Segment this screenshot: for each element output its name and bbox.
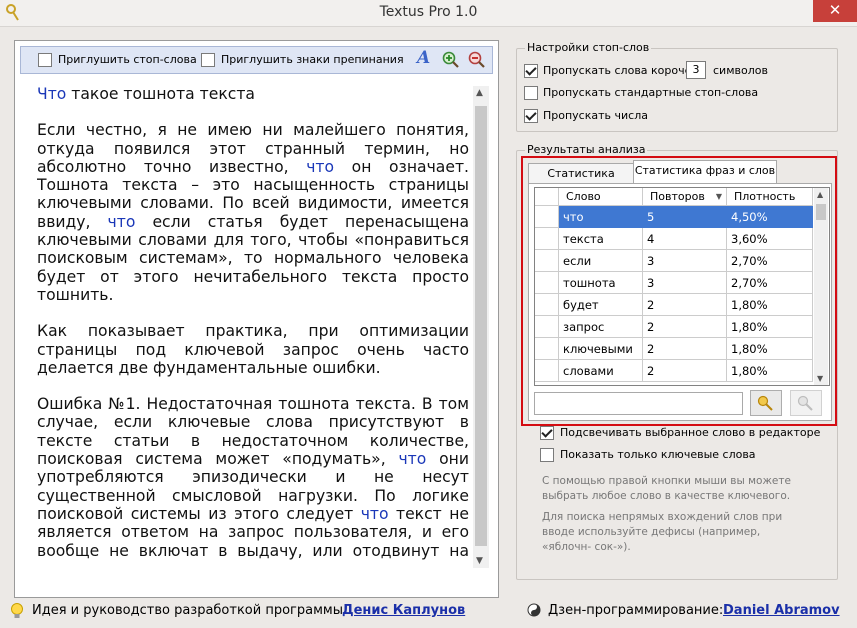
yin-yang-icon: [527, 603, 541, 617]
editor-text-segment: такое тошнота текста: [66, 85, 255, 103]
idea-label: Идея и руководство разработкой программы…: [32, 603, 348, 618]
editor-text-segment: Как показывает практика, при оптимизации…: [37, 322, 469, 377]
scroll-down-arrow-icon[interactable]: ▼: [476, 556, 483, 566]
scroll-up-arrow-icon[interactable]: ▲: [476, 88, 483, 98]
font-icon[interactable]: A: [417, 48, 430, 68]
skip-standard-label: Пропускать стандартные стоп-слова: [543, 86, 759, 99]
mute-punctuation-label: Приглушить знаки препинания: [221, 53, 404, 66]
editor-paragraph: Как показывает практика, при оптимизации…: [37, 322, 469, 377]
editor-toolbar: Приглушить стоп-слова Приглушить знаки п…: [20, 46, 493, 74]
editor-paragraph: Что такое тошнота текста: [37, 85, 469, 103]
skip-standard-checkbox[interactable]: [524, 86, 538, 100]
editor-scrollbar[interactable]: ▲ ▼: [473, 86, 489, 568]
keyword-highlight: Что: [37, 85, 67, 103]
footer: Идея и руководство разработкой программы…: [0, 598, 857, 628]
zen-label: Дзен-программирование:: [548, 603, 724, 618]
keyword-highlight: что: [107, 212, 136, 231]
editor-text-area[interactable]: Что такое тошнота текста Если честно, я н…: [37, 85, 469, 561]
zen-author-link[interactable]: Daniel Abramov: [723, 603, 840, 618]
editor-paragraph: Если честно, я не имею ни малейшего поня…: [37, 121, 469, 304]
editor-paragraph: Ошибка №1. Недостаточная тошнота текста.…: [37, 395, 469, 561]
skip-numbers-checkbox[interactable]: [524, 109, 538, 123]
only-keywords-label: Показать только ключевые слова: [560, 448, 756, 461]
only-keywords-checkbox[interactable]: [540, 448, 554, 462]
zoom-in-icon[interactable]: [441, 50, 459, 68]
results-title: Результаты анализа: [525, 143, 648, 156]
stopwords-title: Настройки стоп-слов: [525, 41, 652, 54]
keyword-highlight: что: [306, 157, 335, 176]
idea-author-link[interactable]: Денис Каплунов: [342, 603, 465, 618]
info-hyphens: Для поиска непрямых вхождений слов при в…: [542, 511, 783, 553]
highlight-frame: [521, 156, 837, 426]
highlight-word-label: Подсвечивать выбранное слово в редакторе: [560, 426, 821, 439]
min-length-input[interactable]: 3: [686, 61, 706, 79]
mute-punctuation-checkbox[interactable]: [201, 53, 215, 67]
keyword-highlight: что: [398, 450, 427, 469]
stopwords-group: Настройки стоп-слов Пропускать слова кор…: [516, 41, 838, 132]
min-length-unit: символов: [713, 64, 768, 77]
info-right-click: С помощью правой кнопки мыши вы можете в…: [542, 475, 791, 502]
scroll-thumb[interactable]: [475, 106, 487, 546]
lightbulb-icon: [11, 603, 23, 618]
mute-stopwords-checkbox[interactable]: [38, 53, 52, 67]
highlight-word-checkbox[interactable]: [540, 426, 554, 440]
close-button[interactable]: ✕: [813, 0, 857, 22]
title-bar: Textus Pro 1.0 ✕: [0, 0, 857, 27]
zoom-out-icon[interactable]: [467, 50, 485, 68]
skip-short-checkbox[interactable]: [524, 64, 538, 78]
skip-numbers-label: Пропускать числа: [543, 109, 648, 122]
keyword-highlight: что: [360, 504, 389, 523]
editor-panel: Приглушить стоп-слова Приглушить знаки п…: [14, 40, 499, 598]
mute-stopwords-label: Приглушить стоп-слова: [58, 53, 197, 66]
skip-short-label: Пропускать слова короче: [543, 64, 692, 77]
window-title: Textus Pro 1.0: [379, 4, 478, 20]
